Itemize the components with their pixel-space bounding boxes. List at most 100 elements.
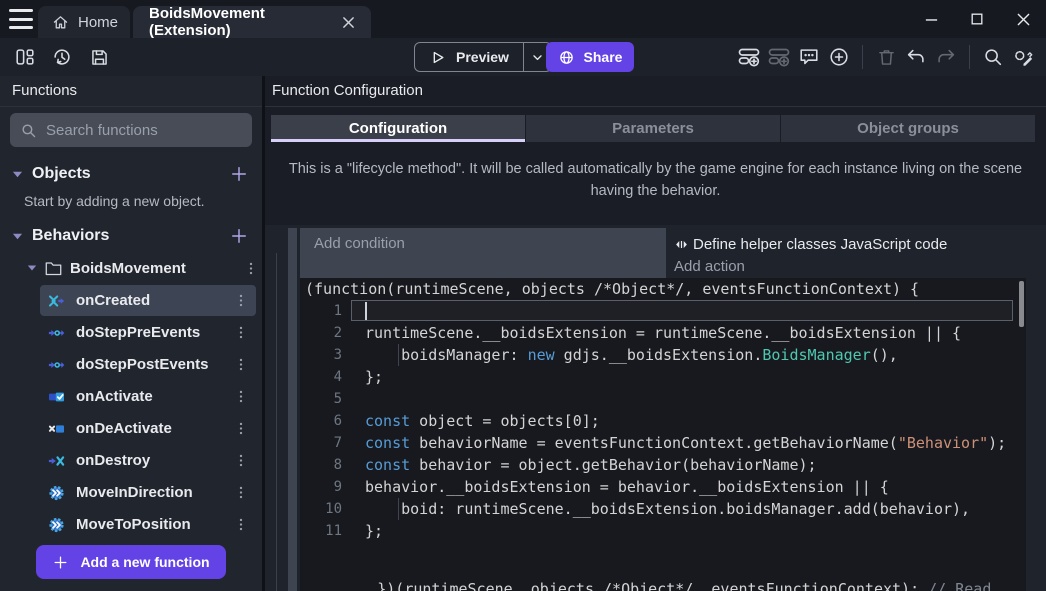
search-functions-input[interactable] (46, 122, 226, 139)
function-item-onActivate[interactable]: onActivate (40, 381, 256, 412)
objects-section-header[interactable]: Objects (0, 159, 262, 189)
share-button[interactable]: Share (546, 42, 634, 72)
code-line-3[interactable]: 3 boidsManager: new gdjs.__boidsExtensio… (300, 344, 1026, 366)
behaviors-section-header[interactable]: Behaviors (0, 221, 262, 251)
maximize-button[interactable] (954, 0, 1000, 38)
code-line-5[interactable]: 5 (300, 388, 1026, 410)
undo-icon[interactable] (901, 42, 931, 72)
add-subevent-icon (764, 42, 794, 72)
behaviors-section-label: Behaviors (32, 227, 228, 245)
function-item-doStepPostEvents[interactable]: doStepPostEvents (40, 349, 256, 380)
item-menu-icon[interactable] (230, 357, 252, 372)
tab-object-groups[interactable]: Object groups (781, 115, 1035, 142)
code-scrollbar-thumb[interactable] (1019, 281, 1024, 327)
history-icon[interactable] (47, 42, 77, 72)
tab-configuration[interactable]: Configuration (271, 115, 526, 142)
text-cursor (365, 302, 367, 320)
item-menu-icon[interactable] (230, 453, 252, 468)
code-line-8[interactable]: 8const behavior = object.getBehavior(beh… (300, 454, 1026, 476)
add-object-icon[interactable] (228, 164, 250, 184)
toolbar-divider (862, 45, 863, 69)
code-line-11[interactable]: 11}; (300, 520, 1026, 542)
function-item-MoveInDirection[interactable]: MoveInDirection (40, 477, 256, 508)
code-lines: 12runtimeScene.__boidsExtension = runtim… (300, 300, 1026, 542)
group-menu-icon[interactable] (240, 261, 262, 276)
js-code-icon (674, 238, 689, 251)
function-item-label: onCreated (76, 292, 230, 309)
tab-parameters[interactable]: Parameters (526, 115, 781, 142)
code-wrapper-close: })(runtimeScene, objects /*Object*/, eve… (377, 580, 928, 591)
line-content: behavior.__boidsExtension = behavior.__b… (365, 476, 889, 498)
line-content: const object = objects[0]; (365, 410, 600, 432)
item-menu-icon[interactable] (230, 421, 252, 436)
function-item-label: MoveInDirection (76, 484, 230, 501)
behavior-group-row[interactable]: BoidsMovement (0, 254, 262, 282)
search-functions-box[interactable] (10, 113, 252, 147)
tab-home[interactable]: Home (38, 6, 130, 38)
chevron-down-icon (12, 232, 23, 241)
preview-button[interactable]: Preview (414, 42, 552, 72)
close-tab-icon[interactable] (342, 16, 355, 29)
function-item-onCreated[interactable]: onCreated (40, 285, 256, 316)
item-menu-icon[interactable] (230, 325, 252, 340)
line-content: runtimeScene.__boidsExtension = runtimeS… (365, 322, 961, 344)
item-menu-icon[interactable] (230, 293, 252, 308)
code-line-6[interactable]: 6const object = objects[0]; (300, 410, 1026, 432)
code-footer: })(runtimeScene, objects /*Object*/, eve… (300, 556, 1026, 591)
step-icon (48, 325, 66, 341)
line-content: }; (365, 520, 383, 542)
close-window-button[interactable] (1000, 0, 1046, 38)
add-circle-icon[interactable] (824, 42, 854, 72)
code-line-10[interactable]: 10 boid: runtimeScene.__boidsExtension.b… (300, 498, 1026, 520)
save-icon[interactable] (84, 42, 114, 72)
minimize-button[interactable] (908, 0, 954, 38)
titlebar: Home BoidsMovement (Extension) (0, 0, 1046, 38)
comment-icon[interactable] (794, 42, 824, 72)
add-action-button[interactable]: Add action (674, 255, 1026, 278)
function-item-label: MoveToPosition (76, 516, 230, 533)
objects-empty-text: Start by adding a new object. (0, 189, 262, 209)
add-function-button[interactable]: Add a new function (36, 545, 226, 579)
code-line-7[interactable]: 7const behaviorName = eventsFunctionCont… (300, 432, 1026, 454)
line-number: 7 (300, 432, 342, 454)
function-item-onDeActivate[interactable]: onDeActivate (40, 413, 256, 444)
events-sheet: Add condition Define helper classes Java… (265, 225, 1046, 591)
code-line-9[interactable]: 9behavior.__boidsExtension = behavior.__… (300, 476, 1026, 498)
item-menu-icon[interactable] (230, 517, 252, 532)
behavior-group-label: BoidsMovement (70, 260, 240, 277)
search-icon[interactable] (978, 42, 1008, 72)
code-line-1[interactable]: 1 (300, 300, 1026, 322)
item-menu-icon[interactable] (230, 389, 252, 404)
code-footer-comment: // (928, 580, 955, 591)
line-number: 5 (300, 388, 342, 410)
add-behavior-icon[interactable] (228, 226, 250, 246)
lifecycle-description: This is a "lifecycle method". It will be… (265, 142, 1046, 217)
toolbar-left-icons (10, 41, 114, 73)
add-condition-button[interactable]: Add condition (300, 228, 666, 278)
menu-hamburger-icon[interactable] (9, 9, 33, 29)
search-icon (20, 122, 37, 139)
deactivate-icon (48, 421, 66, 437)
code-line-2[interactable]: 2runtimeScene.__boidsExtension = runtime… (300, 322, 1026, 344)
function-item-MoveToPosition[interactable]: MoveToPosition (40, 509, 256, 540)
config-tabs: ConfigurationParametersObject groups (271, 115, 1035, 142)
preview-button-main[interactable]: Preview (415, 43, 523, 71)
chevron-down-icon (27, 264, 37, 272)
line-number: 4 (300, 366, 342, 388)
event-title-row[interactable]: Define helper classes JavaScript code (674, 228, 1026, 255)
tab-home-label: Home (78, 14, 118, 31)
edit-code-icon[interactable] (1008, 42, 1038, 72)
code-editor[interactable]: (function(runtimeScene, objects /*Object… (300, 278, 1026, 591)
add-event-icon[interactable] (734, 42, 764, 72)
redo-icon (931, 42, 961, 72)
toolbar-right-icons (734, 41, 1038, 73)
function-list: onCreated doStepPreEventsdoStepPostEvents… (0, 285, 262, 540)
code-line-4[interactable]: 4}; (300, 366, 1026, 388)
tab-project[interactable]: BoidsMovement (Extension) (133, 6, 371, 38)
function-item-onDestroy[interactable]: onDestroy (40, 445, 256, 476)
project-manager-icon[interactable] (10, 42, 40, 72)
item-menu-icon[interactable] (230, 485, 252, 500)
line-number: 10 (300, 498, 342, 520)
event-drag-strip[interactable] (288, 228, 297, 591)
function-item-doStepPreEvents[interactable]: doStepPreEvents (40, 317, 256, 348)
